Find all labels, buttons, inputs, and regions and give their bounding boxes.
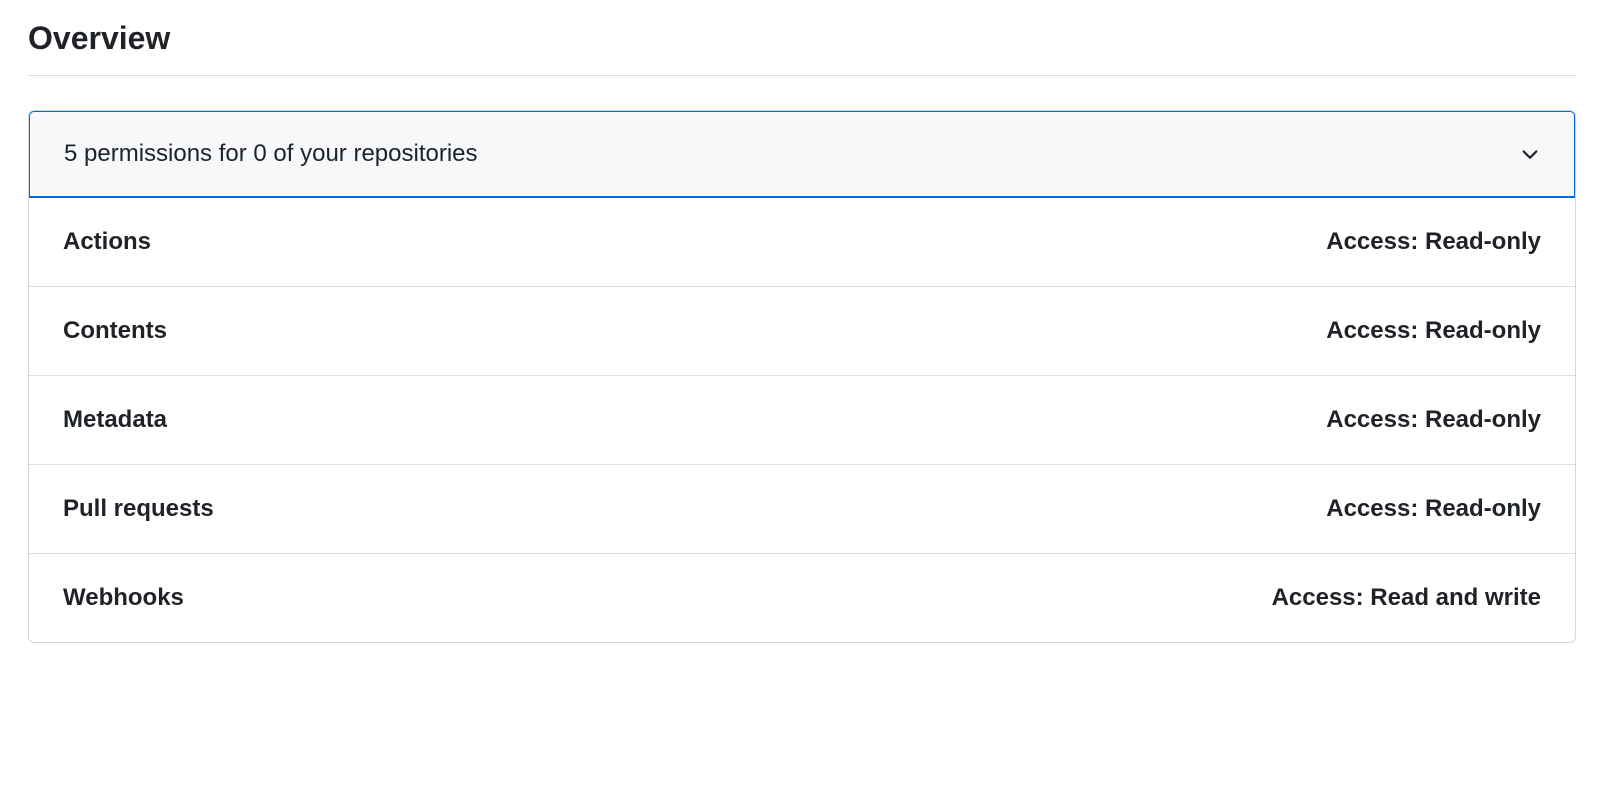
permission-row: Webhooks Access: Read and write <box>29 553 1575 642</box>
permissions-panel: 5 permissions for 0 of your repositories… <box>28 110 1576 643</box>
permission-name: Pull requests <box>63 495 214 523</box>
permission-row: Actions Access: Read-only <box>29 198 1575 286</box>
permission-name: Contents <box>63 317 167 345</box>
page-title: Overview <box>28 20 1576 57</box>
permissions-panel-header[interactable]: 5 permissions for 0 of your repositories <box>28 110 1576 198</box>
permission-access: Access: Read-only <box>1326 228 1541 256</box>
permission-name: Metadata <box>63 406 167 434</box>
permission-access: Access: Read-only <box>1326 406 1541 434</box>
permission-access: Access: Read and write <box>1272 584 1541 612</box>
permission-name: Webhooks <box>63 584 184 612</box>
permission-row: Metadata Access: Read-only <box>29 375 1575 464</box>
permissions-list: Actions Access: Read-only Contents Acces… <box>29 198 1575 642</box>
permission-row: Contents Access: Read-only <box>29 286 1575 375</box>
permission-access: Access: Read-only <box>1326 317 1541 345</box>
permissions-summary: 5 permissions for 0 of your repositories <box>64 140 478 168</box>
title-divider <box>28 75 1576 76</box>
permission-name: Actions <box>63 228 151 256</box>
permission-access: Access: Read-only <box>1326 495 1541 523</box>
permission-row: Pull requests Access: Read-only <box>29 464 1575 553</box>
chevron-down-icon <box>1520 144 1540 164</box>
